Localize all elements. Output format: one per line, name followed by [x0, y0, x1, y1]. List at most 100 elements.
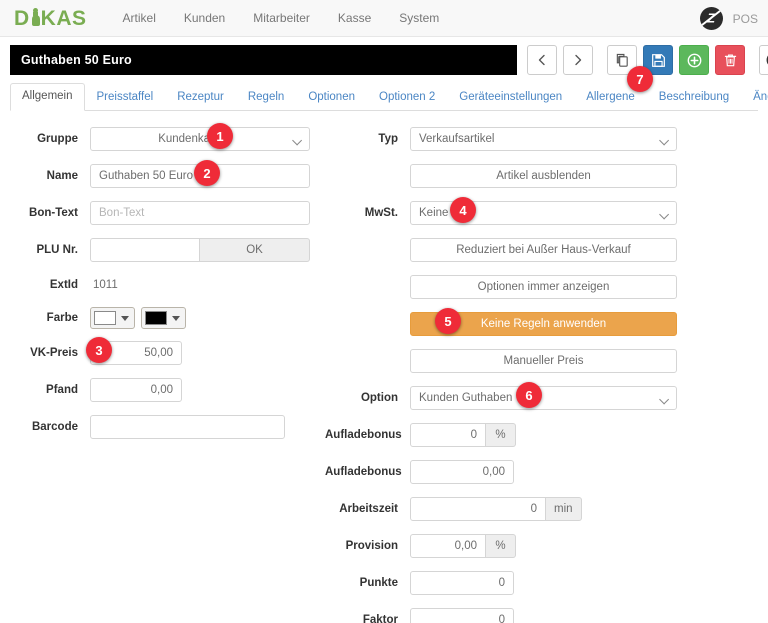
- zed-circle-icon[interactable]: Z: [700, 7, 723, 30]
- tab-preisstaffel[interactable]: Preisstaffel: [85, 84, 166, 111]
- next-button[interactable]: [563, 45, 593, 75]
- form-left-column: Gruppe Kundenkarten 1 Name 2 Bon-Text: [0, 125, 320, 623]
- nav-item-kunden[interactable]: Kunden: [170, 5, 239, 31]
- field-extid: ExtId 1011: [5, 273, 320, 297]
- row-artikel-ausblenden: Artikel ausblenden: [325, 162, 760, 190]
- tab-regeln[interactable]: Regeln: [236, 84, 296, 111]
- tab-optionen-2[interactable]: Optionen 2: [367, 84, 447, 111]
- faktor-input[interactable]: [410, 608, 514, 623]
- badge-6: 6: [516, 382, 542, 408]
- label-vk-preis: VK-Preis: [5, 347, 90, 359]
- tab-rezeptur[interactable]: Rezeptur: [165, 84, 236, 111]
- logo-text-post: KAS: [41, 7, 87, 30]
- extid-value: 1011: [90, 279, 118, 291]
- arbeitszeit-unit: min: [546, 497, 582, 521]
- provision-input[interactable]: [410, 534, 486, 558]
- tab-aenderungen[interactable]: Änderungen: [741, 84, 768, 111]
- field-barcode: Barcode: [5, 413, 320, 441]
- row-manueller-preis: Manueller Preis: [325, 347, 760, 375]
- arbeitszeit-input[interactable]: [410, 497, 546, 521]
- label-arbeitszeit: Arbeitszeit: [325, 503, 410, 515]
- chevron-down-icon: [662, 137, 669, 141]
- floppy-save-icon: [651, 53, 666, 68]
- plu-ok-button[interactable]: OK: [200, 238, 310, 262]
- label-aufladebonus-betrag: Aufladebonus: [325, 466, 410, 478]
- label-mwst: MwSt.: [325, 207, 410, 219]
- label-gruppe: Gruppe: [5, 133, 90, 145]
- plus-circle-icon: [687, 53, 702, 68]
- back-button[interactable]: [759, 45, 768, 75]
- punkte-input[interactable]: [410, 571, 514, 595]
- gruppe-select[interactable]: Kundenkarten: [90, 127, 310, 151]
- field-farbe: Farbe: [5, 306, 320, 330]
- manueller-preis-button[interactable]: Manueller Preis: [410, 349, 677, 373]
- nav-item-artikel[interactable]: Artikel: [109, 5, 170, 31]
- label-option: Option: [325, 392, 410, 404]
- field-gruppe: Gruppe Kundenkarten 1: [5, 125, 320, 153]
- badge-4: 4: [450, 197, 476, 223]
- field-punkte: Punkte: [325, 569, 760, 597]
- mwst-value: Keine: [419, 207, 448, 219]
- plu-input[interactable]: [90, 238, 200, 262]
- main-nav: Artikel Kunden Mitarbeiter Kasse System: [109, 5, 454, 31]
- row-keine-regeln: Keine Regeln anwenden 5: [325, 310, 760, 338]
- label-pfand: Pfand: [5, 384, 90, 396]
- artikel-ausblenden-button[interactable]: Artikel ausblenden: [410, 164, 677, 188]
- badge-2: 2: [194, 160, 220, 186]
- add-button[interactable]: [679, 45, 709, 75]
- barcode-input[interactable]: [90, 415, 285, 439]
- bon-text-input[interactable]: [90, 201, 310, 225]
- field-aufladebonus-betrag: Aufladebonus: [325, 458, 760, 486]
- caret-down-icon: [172, 316, 180, 321]
- badge-1: 1: [207, 123, 233, 149]
- badge-5: 5: [435, 308, 461, 334]
- titlebar-row: Guthaben 50 Euro: [0, 37, 768, 75]
- field-mwst: MwSt. Keine 4: [325, 199, 760, 227]
- label-barcode: Barcode: [5, 421, 90, 433]
- field-typ: Typ Verkaufsartikel: [325, 125, 760, 153]
- nav-item-mitarbeiter[interactable]: Mitarbeiter: [239, 5, 324, 31]
- aufladebonus-betrag-input[interactable]: [410, 460, 514, 484]
- aufladebonus-prozent-input[interactable]: [410, 423, 486, 447]
- field-aufladebonus-prozent: Aufladebonus %: [325, 421, 760, 449]
- typ-select[interactable]: Verkaufsartikel: [410, 127, 677, 151]
- color-swatch-black: [145, 311, 167, 325]
- reduziert-ausser-haus-button[interactable]: Reduziert bei Außer Haus-Verkauf: [410, 238, 677, 262]
- badge-7: 7: [627, 66, 653, 92]
- field-pfand: Pfand: [5, 376, 320, 404]
- nav-item-system[interactable]: System: [385, 5, 453, 31]
- field-plu: PLU Nr. OK: [5, 236, 320, 264]
- pos-label: POS: [733, 12, 758, 26]
- option-value: Kunden Guthaben: [419, 392, 512, 404]
- dikas-logo[interactable]: DKAS: [10, 8, 87, 29]
- label-extid: ExtId: [5, 279, 90, 291]
- label-faktor: Faktor: [325, 614, 410, 623]
- farbe-picker-2[interactable]: [141, 307, 186, 329]
- page-title: Guthaben 50 Euro: [10, 45, 517, 75]
- tab-geraeteeinstellungen[interactable]: Geräteeinstellungen: [447, 84, 574, 111]
- typ-value: Verkaufsartikel: [419, 133, 494, 145]
- farbe-picker-1[interactable]: [90, 307, 135, 329]
- chevron-down-icon: [662, 396, 669, 400]
- delete-button[interactable]: [715, 45, 745, 75]
- nav-item-kasse[interactable]: Kasse: [324, 5, 385, 31]
- tab-optionen[interactable]: Optionen: [296, 84, 367, 111]
- record-toolbar: 7: [527, 45, 768, 75]
- option-select[interactable]: Kunden Guthaben: [410, 386, 677, 410]
- navbar-right: Z POS: [700, 0, 758, 37]
- tab-beschreibung[interactable]: Beschreibung: [647, 84, 741, 111]
- article-form: Gruppe Kundenkarten 1 Name 2 Bon-Text: [0, 111, 768, 623]
- optionen-immer-anzeigen-button[interactable]: Optionen immer anzeigen: [410, 275, 677, 299]
- tab-allgemein[interactable]: Allgemein: [10, 83, 85, 111]
- chevron-left-icon: [536, 54, 548, 66]
- label-aufladebonus-prozent: Aufladebonus: [325, 429, 410, 441]
- label-name: Name: [5, 170, 90, 182]
- prev-button[interactable]: [527, 45, 557, 75]
- color-swatch-white: [94, 311, 116, 325]
- chevron-right-icon: [572, 54, 584, 66]
- field-provision: Provision %: [325, 532, 760, 560]
- top-navbar: DKAS Artikel Kunden Mitarbeiter Kasse Sy…: [0, 0, 768, 37]
- row-optionen-immer: Optionen immer anzeigen: [325, 273, 760, 301]
- pfand-input[interactable]: [90, 378, 182, 402]
- label-punkte: Punkte: [325, 577, 410, 589]
